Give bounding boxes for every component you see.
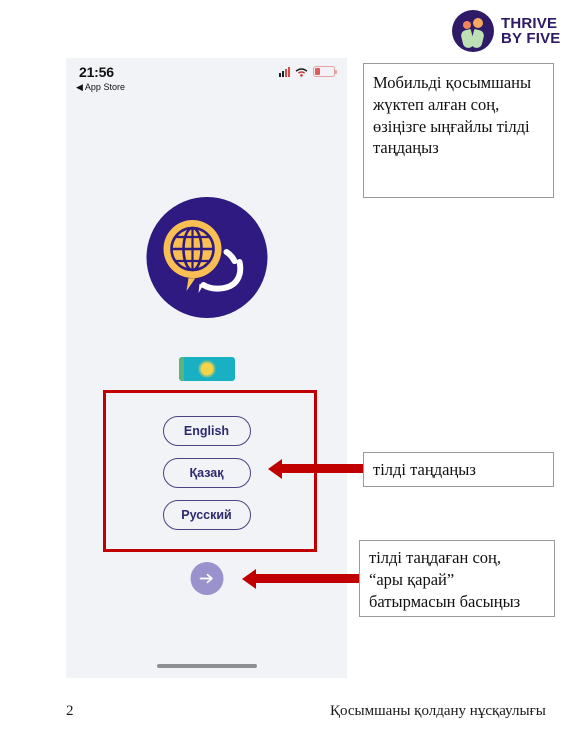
- annotation-press-next-line-3: батырмасын басыңыз: [369, 591, 521, 611]
- phone-screenshot: 21:56 ◀ App Store English Қазақ Русский: [66, 58, 347, 678]
- brand-line-2: BY FIVE: [501, 30, 561, 47]
- kazakhstan-flag-icon: [178, 357, 235, 381]
- brand-logo: THRIVE BY FIVE: [452, 8, 572, 54]
- annotation-select-language: тілді таңдаңыз: [363, 452, 554, 487]
- language-option-russian[interactable]: Русский: [162, 500, 251, 530]
- footer-document-title: Қосымшаны қолдану нұсқаулығы: [330, 703, 546, 719]
- brand-wordmark: THRIVE BY FIVE: [501, 16, 560, 46]
- back-to-app-store-label[interactable]: ◀ App Store: [76, 82, 125, 93]
- wifi-icon: [295, 67, 308, 77]
- dot-left-icon: [463, 21, 471, 29]
- status-bar-time: 21:56: [79, 64, 114, 80]
- callout-arrow-to-next-button: [255, 574, 359, 583]
- language-option-kazakh[interactable]: Қазақ: [162, 458, 251, 488]
- status-bar-indicators: [279, 66, 337, 77]
- language-option-english[interactable]: English: [162, 416, 251, 446]
- annotation-press-next-line-1: тілді таңдаған соң,: [369, 548, 501, 567]
- annotation-press-next: тілді таңдаған соң, “ары қарай” батырмас…: [359, 540, 555, 617]
- annotation-download-instructions: Мобильді қосымшаны жүктеп алған соң, өзі…: [363, 63, 554, 198]
- brand-line-1: THRIVE: [501, 15, 558, 32]
- thrive-by-five-logo-icon: [452, 10, 494, 52]
- next-button[interactable]: [190, 562, 223, 595]
- status-bar: 21:56 ◀ App Store: [66, 58, 347, 104]
- arrow-right-icon: [199, 573, 213, 584]
- battery-low-icon: [313, 66, 337, 77]
- globe-speech-bubble-app-icon: [146, 197, 267, 318]
- annotation-press-next-line-2: “ары қарай”: [369, 569, 455, 589]
- dot-right-icon: [473, 18, 483, 28]
- language-options-list: English Қазақ Русский: [162, 416, 251, 530]
- cellular-signal-icon: [279, 66, 290, 77]
- callout-arrow-to-languages: [281, 464, 363, 473]
- leaf-right-icon: [469, 28, 486, 50]
- home-indicator-bar[interactable]: [156, 664, 257, 668]
- footer-page-number: 2: [66, 703, 74, 719]
